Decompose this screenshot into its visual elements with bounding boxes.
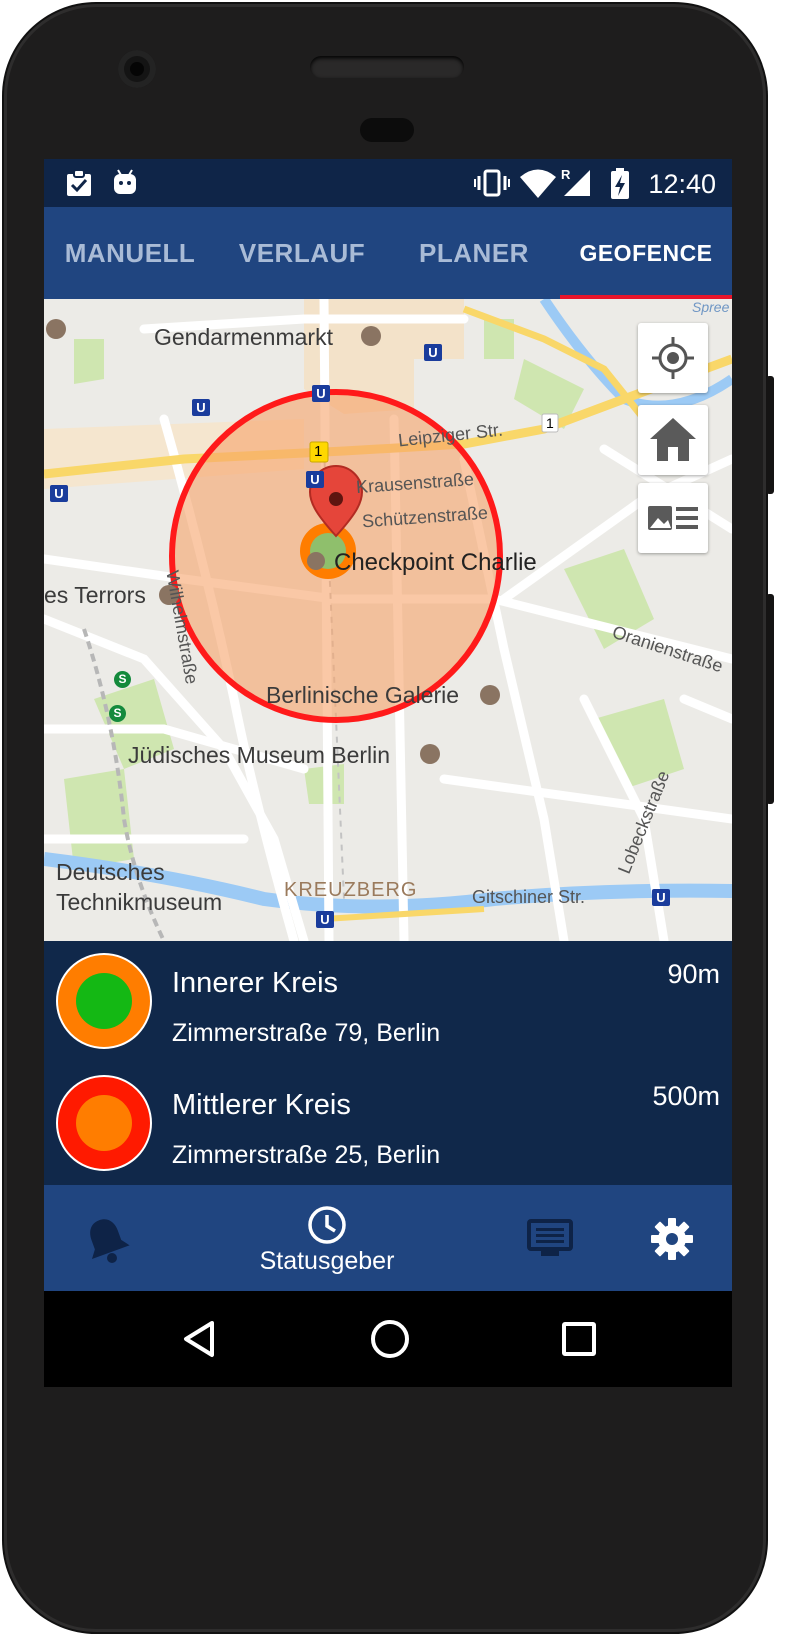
nav-label-statusgeber: Statusgeber [259,1247,395,1275]
bottom-navigation: Statusgeber [44,1185,732,1291]
geofence-inner-color [76,1095,132,1151]
gear-icon [651,1218,693,1260]
my-location-button[interactable] [638,323,708,393]
map-label-technikmuseum: Technikmuseum [56,889,223,915]
map-label-deutsches: Deutsches [56,859,165,885]
back-icon[interactable] [176,1311,224,1367]
map-label-gendarmenmarkt: Gendarmenmarkt [154,324,333,350]
message-board-icon [527,1219,573,1256]
ubahn-station-icon: U [312,385,330,402]
map-label-gitschiner-str: Gitschiner Str. [472,887,586,907]
geofence-name: Mittlerer Kreis [172,1089,351,1121]
screen: R 12:40 MANUELL VERLAUF PLANER GEOFENCE [44,159,732,1387]
nav-messages[interactable] [514,1185,624,1291]
sbahn-station-icon: S [114,671,131,688]
tab-planer[interactable]: PLANER [388,207,560,299]
road-number-badge-2: 1 [546,415,554,431]
map-label-spree: Spree [692,299,730,315]
clipboard-check-icon [67,169,91,196]
nav-alarm[interactable] [64,1185,184,1291]
geofence-radius: 90m [667,959,720,989]
vibrate-icon [474,169,510,197]
geofence-list: Innerer Kreis Zimmerstraße 79, Berlin 90… [44,941,732,1185]
power-button [766,376,774,494]
battery-charging-icon [611,168,629,199]
road-number-badge: 1 [314,443,323,460]
ubahn-station-icon: U [316,911,334,928]
status-bar: R 12:40 [44,159,732,207]
geofence-item[interactable]: Mittlerer Kreis Zimmerstraße 25, Berlin … [44,1063,732,1185]
tab-bar: MANUELL VERLAUF PLANER GEOFENCE [44,207,732,299]
home-location-button[interactable] [638,405,708,475]
recents-icon[interactable] [554,1311,604,1367]
android-icon [114,169,136,194]
map-label-juedisches-museum: Jüdisches Museum Berlin [128,742,391,768]
map-label-berlinische-galerie: Berlinische Galerie [266,682,460,708]
geofence-address: Zimmerstraße 25, Berlin [172,1141,441,1169]
ubahn-station-icon: U [50,485,68,502]
roaming-mark: R [561,167,571,182]
wifi-icon [520,169,556,198]
geofence-color-badge [56,953,152,1049]
sbahn-station-icon: S [109,705,126,722]
image-list-icon [648,506,698,530]
map-label-kreuzberg: KREUZBERG [284,879,418,901]
image-list-button[interactable] [638,483,708,553]
bell-icon [90,1219,130,1263]
geofence-name: Innerer Kreis [172,967,339,999]
geofence-address: Zimmerstraße 79, Berlin [172,1019,441,1047]
nav-statusgeber[interactable]: Statusgeber [244,1185,410,1291]
nav-settings[interactable] [634,1185,732,1291]
map-label-checkpoint-charlie: Checkpoint Charlie [334,549,537,576]
geofence-color-badge [56,1075,152,1171]
ubahn-station-icon: U [424,344,442,361]
front-camera [118,50,156,88]
tab-verlauf[interactable]: VERLAUF [216,207,388,299]
home-icon [650,418,696,461]
earpiece-speaker [310,56,464,78]
geofence-radius: 500m [652,1081,720,1111]
system-navigation-bar [44,1291,732,1387]
home-circle-icon[interactable] [362,1311,418,1367]
phone-frame: R 12:40 MANUELL VERLAUF PLANER GEOFENCE [4,4,774,1632]
ubahn-station-icon: U [652,889,670,906]
proximity-sensor [360,118,414,142]
map-view[interactable]: 1 1 U U U U U U U S S Gendarmenmarkt Lei… [44,299,732,941]
geofence-inner-color [76,973,132,1029]
tab-manuell[interactable]: MANUELL [44,207,216,299]
clock-icon [308,1206,346,1244]
volume-button [766,594,774,804]
ubahn-station-icon: U [192,399,210,416]
geofence-item[interactable]: Innerer Kreis Zimmerstraße 79, Berlin 90… [44,941,732,1063]
my-location-icon [652,337,694,379]
ubahn-station-icon: U [306,471,324,488]
clock-time: 12:40 [648,169,716,199]
map-label-topographie-terrors: es Terrors [44,582,146,608]
tab-geofence[interactable]: GEOFENCE [560,207,732,299]
